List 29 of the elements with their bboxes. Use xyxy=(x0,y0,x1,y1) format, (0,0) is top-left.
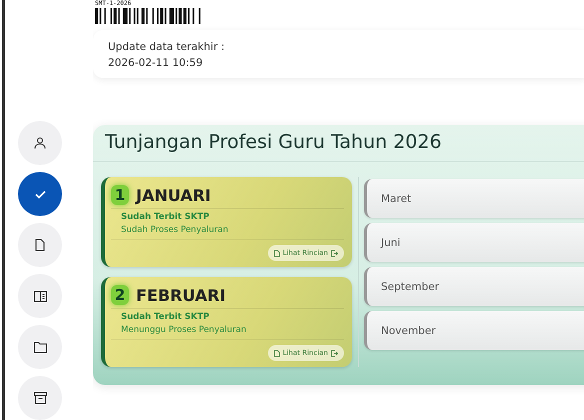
month-name: JANUARI xyxy=(136,186,211,204)
panel-icon xyxy=(34,290,46,302)
document-icon xyxy=(274,350,280,356)
month-item: September xyxy=(364,267,584,306)
nav-button[interactable] xyxy=(18,274,62,318)
month-number: 1 xyxy=(111,185,129,205)
nav-button[interactable] xyxy=(18,172,62,216)
month-name: FEBRUARI xyxy=(136,286,226,304)
document-icon xyxy=(35,239,45,251)
nav-button[interactable] xyxy=(18,376,62,420)
sktp-status: Sudah Terbit SKTP xyxy=(121,311,210,324)
exit-icon xyxy=(331,350,338,356)
exit-icon xyxy=(331,250,338,256)
person-icon xyxy=(34,137,46,149)
sktp-status: Sudah Terbit SKTP xyxy=(121,211,210,224)
month-number: 2 xyxy=(111,285,129,305)
archive-icon xyxy=(34,392,46,404)
document-icon xyxy=(274,250,280,256)
month-item: Maret xyxy=(364,179,584,218)
folder-icon xyxy=(34,342,46,352)
panel-title: Tunjangan Profesi Guru Tahun 2026 xyxy=(93,125,584,162)
month-item: November xyxy=(364,311,584,350)
check-icon xyxy=(34,190,46,198)
nav-button[interactable] xyxy=(18,325,62,369)
month-item: Juni xyxy=(364,223,584,262)
update-label: Update data terakhir : xyxy=(108,40,226,55)
update-time: 2026-02-11 10:59 xyxy=(108,56,204,71)
payment-status: Menunggu Proses Penyaluran xyxy=(121,324,248,337)
payment-status: Sudah Proses Penyaluran xyxy=(121,224,230,237)
